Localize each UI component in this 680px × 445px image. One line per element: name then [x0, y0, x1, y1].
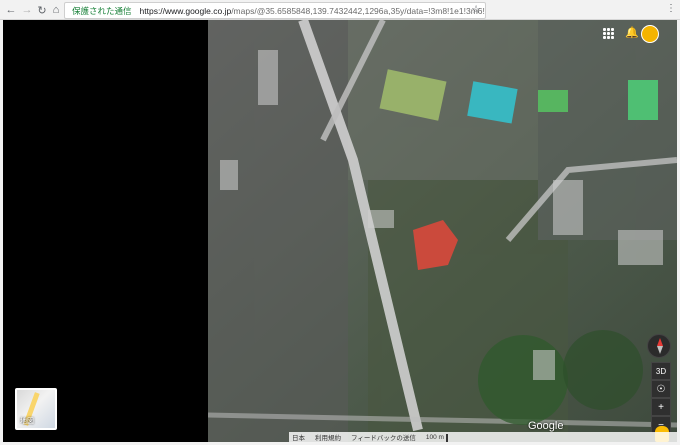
browser-toolbar: ← → ↻ ⌂ 保護された通信 https://www.google.co.jp… — [0, 0, 680, 20]
browser-menu-button[interactable]: ⋮ — [666, 3, 676, 15]
google-logo: Google — [528, 420, 564, 432]
page-viewport: 地図 🔔 3D ☉ + − Google 日本 利用規約 フィードバックの送信 … — [3, 20, 677, 442]
plus-icon: + — [658, 401, 664, 413]
footer-region: 日本 — [292, 435, 305, 442]
star-icon[interactable]: ☆ — [471, 3, 481, 16]
bell-icon[interactable]: 🔔 — [625, 26, 639, 39]
arrow-left-icon: ← — [5, 4, 17, 16]
footer-feedback-link[interactable]: フィードバックの送信 — [351, 432, 416, 442]
reload-button[interactable]: ↻ — [35, 3, 49, 17]
url-path: /maps/@35.6585848,139.7432442,1296a,35y/… — [231, 5, 486, 16]
home-button[interactable]: ⌂ — [49, 3, 63, 17]
compass-icon[interactable] — [647, 334, 671, 358]
thumbnail-label: 地図 — [20, 418, 34, 425]
locate-icon: ☉ — [656, 383, 666, 395]
scale-bar — [445, 433, 448, 442]
arrow-right-icon: → — [21, 4, 33, 16]
more-vert-icon: ⋮ — [666, 3, 676, 14]
secure-connection-label: 保護された通信 — [72, 5, 132, 16]
address-bar[interactable]: 保護された通信 https://www.google.co.jp /maps/@… — [64, 2, 486, 19]
view-3d-button[interactable]: 3D — [651, 362, 671, 380]
map-footer: 日本 利用規約 フィードバックの送信 100 m — [289, 432, 677, 442]
zoom-in-button[interactable]: + — [651, 398, 671, 416]
left-panel: 地図 — [3, 20, 208, 442]
locate-button[interactable]: ☉ — [651, 380, 671, 398]
satellite-map[interactable]: 🔔 3D ☉ + − Google — [208, 20, 677, 442]
footer-scale: 100 m — [425, 433, 448, 442]
footer-terms-link[interactable]: 利用規約 — [315, 432, 341, 442]
avatar-icon[interactable] — [641, 25, 659, 43]
forward-button[interactable]: → — [20, 3, 34, 17]
browser-window: ← → ↻ ⌂ 保護された通信 https://www.google.co.jp… — [0, 0, 680, 445]
back-button[interactable]: ← — [4, 3, 18, 17]
apps-grid-icon[interactable] — [603, 28, 615, 40]
url-host: https://www.google.co.jp — [139, 5, 232, 16]
scale-label: 100 m — [425, 433, 444, 441]
reload-icon: ↻ — [37, 4, 47, 17]
home-icon: ⌂ — [52, 4, 60, 16]
map-type-thumbnail[interactable]: 地図 — [15, 388, 57, 430]
satellite-imagery — [208, 20, 677, 442]
